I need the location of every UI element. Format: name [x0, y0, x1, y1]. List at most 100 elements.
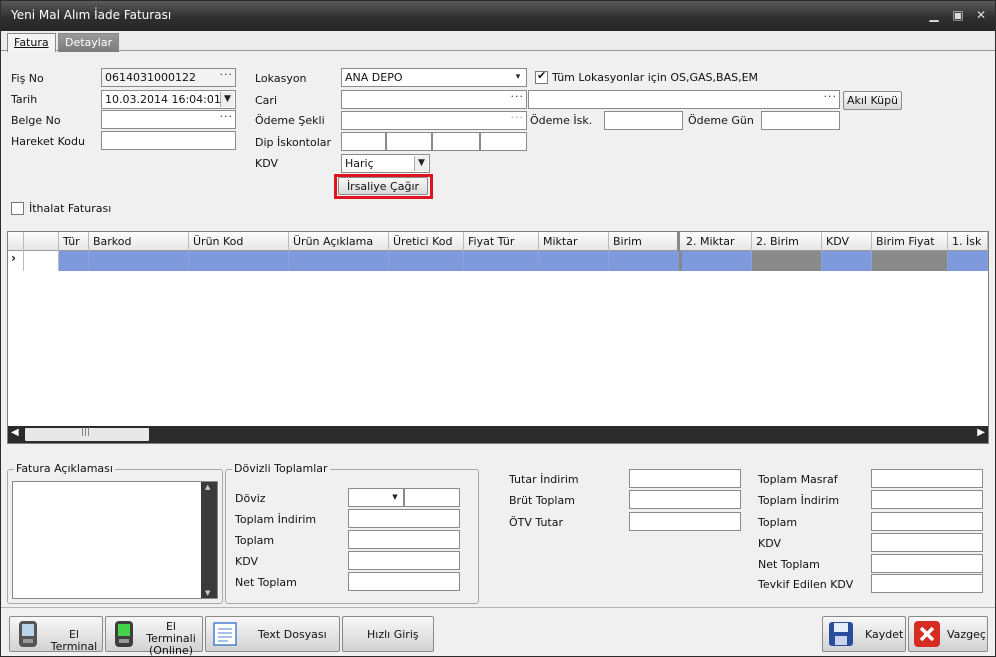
odeme-sekli-field[interactable]: ···: [341, 111, 527, 130]
scroll-up-icon[interactable]: ▲: [205, 483, 210, 491]
col-2-miktar[interactable]: 2. Miktar: [682, 232, 752, 251]
items-grid[interactable]: Tür Barkod Ürün Kod Ürün Açıklama Üretic…: [7, 231, 989, 444]
lokasyon-select[interactable]: ANA DEPO ▾: [341, 68, 527, 87]
col-2-birim[interactable]: 2. Birim: [752, 232, 822, 251]
dov-toplam-indirim-field[interactable]: [348, 509, 460, 528]
tevkif-field[interactable]: [871, 574, 983, 593]
cell-tur[interactable]: [59, 251, 89, 271]
hareket-kodu-field[interactable]: [101, 131, 236, 150]
col-uretici-kod[interactable]: Üretici Kod: [389, 232, 464, 251]
toplam-masraf-field[interactable]: [871, 469, 983, 488]
fatura-aciklamasi-textarea[interactable]: ▲ ▼: [12, 481, 218, 599]
otv-tutar-field[interactable]: [629, 512, 741, 531]
cell-kdv[interactable]: [822, 251, 872, 271]
ellipsis-icon[interactable]: ···: [824, 91, 838, 103]
col-kdv[interactable]: KDV: [822, 232, 872, 251]
el-terminali-online-button[interactable]: El Terminali (Online): [105, 616, 203, 656]
text-dosyasi-button[interactable]: Text Dosyası: [205, 616, 340, 652]
toplam-field[interactable]: [871, 512, 983, 531]
vazgec-button[interactable]: Vazgeç: [908, 616, 988, 652]
scroll-right-icon[interactable]: ▶: [977, 427, 985, 438]
dip-iskonto-3[interactable]: [432, 132, 480, 151]
cari-label: Cari: [255, 94, 277, 107]
dip-iskonto-1[interactable]: [341, 132, 386, 151]
horizontal-scrollbar[interactable]: ◀ ||| ▶: [8, 426, 988, 443]
dip-iskonto-2[interactable]: [386, 132, 432, 151]
chevron-down-icon[interactable]: ▼: [220, 92, 234, 107]
text-dosyasi-label: Text Dosyası: [258, 628, 327, 641]
el-terminal-button[interactable]: El Terminal: [9, 616, 103, 653]
cell-uretici-kod[interactable]: [389, 251, 464, 271]
minimize-icon[interactable]: ▁: [925, 7, 943, 23]
fatura-aciklamasi-title: Fatura Açıklaması: [14, 462, 115, 475]
cell-fiyat-tur[interactable]: [464, 251, 539, 271]
chevron-down-icon[interactable]: ▼: [414, 156, 428, 171]
doviz-select[interactable]: ▼: [348, 488, 404, 507]
tab-fatura[interactable]: Fatura: [7, 33, 56, 52]
tab-detaylar[interactable]: Detaylar: [58, 33, 120, 52]
ellipsis-icon[interactable]: ···: [511, 112, 525, 124]
akil-kupu-button[interactable]: Akıl Küpü: [843, 91, 902, 110]
ellipsis-icon[interactable]: ···: [220, 111, 234, 123]
cell-urun-aciklama[interactable]: [289, 251, 389, 271]
vertical-scrollbar[interactable]: ▲ ▼: [201, 482, 217, 598]
ellipsis-icon[interactable]: ···: [220, 69, 234, 81]
col-tur[interactable]: Tür: [59, 232, 89, 251]
brut-toplam-field[interactable]: [629, 490, 741, 509]
close-icon[interactable]: ✕: [972, 7, 990, 23]
col-barkod[interactable]: Barkod: [89, 232, 189, 251]
toplam-indirim-field[interactable]: [871, 490, 983, 509]
belge-no-field[interactable]: ···: [101, 110, 236, 129]
net-toplam-label: Net Toplam: [758, 558, 820, 571]
tutar-indirim-field[interactable]: [629, 469, 741, 488]
irsaliye-cagir-button[interactable]: İrsaliye Çağır: [338, 177, 428, 195]
cell-birim[interactable]: [609, 251, 682, 271]
chevron-down-icon[interactable]: ▾: [511, 70, 525, 85]
cell-barkod[interactable]: [89, 251, 189, 271]
kaydet-button[interactable]: Kaydet: [822, 616, 906, 652]
dov-net-toplam-field[interactable]: [348, 572, 460, 591]
kdv-total-label: KDV: [758, 537, 782, 550]
toplam-masraf-label: Toplam Masraf: [758, 473, 838, 486]
chevron-down-icon[interactable]: ▼: [388, 490, 402, 505]
doviz-kur-field[interactable]: [404, 488, 460, 507]
col-birim[interactable]: Birim: [609, 232, 680, 251]
dip-iskonto-4[interactable]: [480, 132, 527, 151]
tarih-field[interactable]: 10.03.2014 16:04:01 ▼: [101, 90, 236, 109]
cell-birim-fiyat[interactable]: [872, 251, 948, 271]
cari-name-field[interactable]: ···: [528, 90, 840, 109]
row-select-cell[interactable]: [24, 251, 59, 271]
cell-miktar[interactable]: [539, 251, 609, 271]
cari-field[interactable]: ···: [341, 90, 527, 109]
kdv-label: KDV: [255, 157, 279, 170]
col-fiyat-tur[interactable]: Fiyat Tür: [464, 232, 539, 251]
scroll-left-icon[interactable]: ◀: [11, 427, 19, 438]
kdv-total-field[interactable]: [871, 533, 983, 552]
col-urun-kod[interactable]: Ürün Kod: [189, 232, 289, 251]
cell-1-isk[interactable]: [948, 251, 988, 271]
col-1-isk[interactable]: 1. İsk: [948, 232, 988, 251]
ellipsis-icon[interactable]: ···: [511, 91, 525, 103]
fis-no-field[interactable]: 0614031000122 ···: [101, 68, 236, 87]
table-row[interactable]: ›: [8, 251, 988, 271]
hizli-giris-button[interactable]: Hızlı Giriş: [342, 616, 434, 652]
handheld-online-icon: [115, 621, 133, 647]
scroll-down-icon[interactable]: ▼: [205, 589, 210, 597]
kdv-select[interactable]: Hariç ▼: [341, 154, 430, 173]
col-miktar[interactable]: Miktar: [539, 232, 609, 251]
tum-lokasyonlar-checkbox[interactable]: [535, 69, 548, 84]
col-urun-aciklama[interactable]: Ürün Açıklama: [289, 232, 389, 251]
cell-2-miktar[interactable]: [682, 251, 752, 271]
scroll-thumb[interactable]: |||: [25, 427, 149, 441]
hareket-kodu-label: Hareket Kodu: [11, 135, 85, 148]
cell-2-birim[interactable]: [752, 251, 822, 271]
dov-kdv-field[interactable]: [348, 551, 460, 570]
maximize-icon[interactable]: ▣: [949, 7, 967, 23]
ithalat-checkbox[interactable]: [11, 202, 24, 215]
odeme-isk-field[interactable]: [604, 111, 683, 130]
net-toplam-field[interactable]: [871, 554, 983, 573]
cell-urun-kod[interactable]: [189, 251, 289, 271]
col-birim-fiyat[interactable]: Birim Fiyat: [872, 232, 948, 251]
dov-toplam-field[interactable]: [348, 530, 460, 549]
odeme-gun-field[interactable]: [761, 111, 840, 130]
